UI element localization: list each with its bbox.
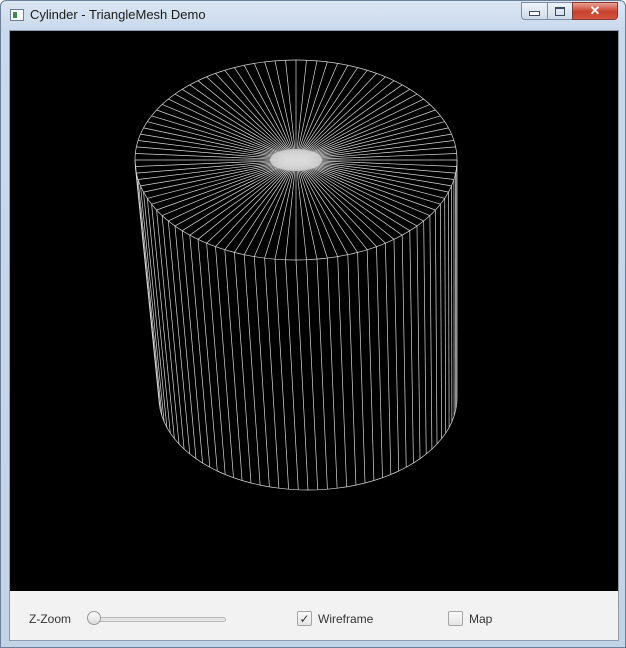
cap-spoke [295, 159, 410, 231]
cap-spoke [295, 159, 445, 199]
cylinder-wireframe [134, 59, 458, 491]
cap-spoke [182, 89, 297, 161]
cap-spoke [295, 121, 445, 161]
side-edge [393, 239, 400, 472]
cap-spoke [295, 67, 358, 161]
wireframe-label[interactable]: Wireframe [318, 612, 373, 626]
close-button[interactable]: ✕ [572, 2, 618, 20]
cap-spoke [234, 159, 297, 253]
title-bar[interactable]: Cylinder - TriangleMesh Demo ✕ [1, 1, 625, 29]
side-edge [347, 254, 357, 486]
window-title: Cylinder - TriangleMesh Demo [30, 7, 206, 22]
side-edge [197, 239, 218, 472]
side-edge [215, 246, 234, 478]
side-edge [440, 204, 442, 439]
wireframe-checkbox[interactable]: ✓ [297, 611, 312, 626]
side-edge [376, 246, 383, 478]
cap-spoke [295, 159, 441, 205]
cap-spoke [182, 159, 297, 231]
side-edge [337, 256, 347, 487]
side-edge [295, 259, 309, 491]
side-edge [137, 179, 163, 416]
side-edge [253, 256, 270, 487]
side-edge [366, 249, 375, 481]
side-edge [409, 230, 414, 464]
cap-spoke [295, 115, 441, 161]
cap-center-hub [270, 149, 322, 171]
cap-spoke [234, 67, 297, 161]
side-edge [401, 235, 407, 468]
side-edge [206, 243, 226, 475]
side-edge [416, 225, 421, 459]
3d-viewport[interactable] [10, 31, 618, 591]
cap-spoke [224, 159, 297, 250]
side-edge [423, 220, 427, 455]
cap-spoke [147, 159, 297, 199]
caption-buttons: ✕ [521, 2, 618, 21]
app-window: Cylinder - TriangleMesh Demo ✕ Z-Zoom ✓ … [0, 0, 626, 648]
side-edge [285, 259, 299, 490]
cap-spoke [295, 159, 368, 250]
z-zoom-label: Z-Zoom [29, 612, 71, 626]
side-edge [243, 254, 261, 486]
close-icon: ✕ [589, 3, 601, 18]
side-edge [174, 225, 197, 459]
z-zoom-slider-track[interactable] [90, 617, 226, 622]
z-zoom-slider-thumb[interactable] [87, 611, 101, 625]
maximize-button[interactable] [547, 2, 572, 20]
controls-bar: Z-Zoom ✓ Wireframe Map [10, 591, 618, 640]
cap-spoke [295, 60, 307, 161]
minimize-button[interactable] [521, 2, 547, 20]
side-edge [234, 252, 252, 484]
side-edge [448, 192, 450, 428]
map-label[interactable]: Map [469, 612, 492, 626]
client-area: Z-Zoom ✓ Wireframe Map [9, 30, 619, 641]
cap-spoke [151, 115, 297, 161]
cap-spoke [295, 159, 307, 260]
cap-spoke [295, 89, 410, 161]
side-edge [429, 215, 433, 450]
cap-spoke [295, 159, 358, 253]
side-edge [316, 259, 328, 490]
map-checkbox[interactable] [448, 611, 463, 626]
minimize-icon [529, 11, 540, 16]
cap-spoke [295, 70, 368, 161]
side-edge [140, 185, 165, 422]
app-window-icon[interactable] [10, 9, 24, 21]
side-edge [151, 204, 175, 439]
maximize-icon [555, 6, 565, 16]
cap-spoke [285, 60, 297, 161]
cap-spoke [151, 159, 297, 205]
cap-spoke [224, 70, 297, 161]
side-edge [327, 258, 338, 489]
cap-spoke [285, 159, 297, 260]
side-edge [385, 243, 392, 475]
side-edge [444, 198, 447, 434]
side-edge [224, 249, 243, 481]
side-edge [167, 220, 191, 455]
checkmark-icon: ✓ [299, 611, 310, 626]
side-edge [435, 209, 438, 445]
side-edge [357, 252, 366, 484]
side-edge [306, 259, 319, 490]
cap-spoke [147, 121, 297, 161]
